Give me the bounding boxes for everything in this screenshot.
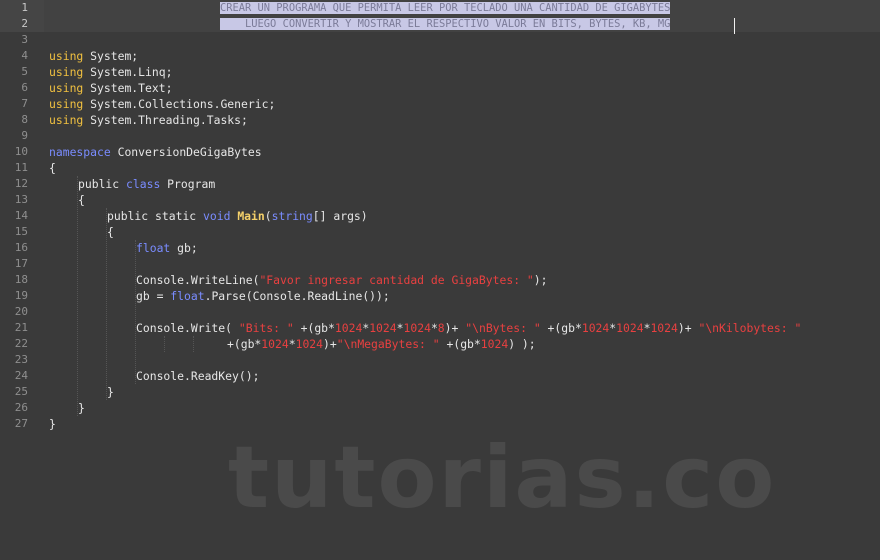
- indent-guide: [193, 336, 194, 352]
- indent-guide: [135, 240, 136, 384]
- line-number: 26: [14, 401, 28, 414]
- code-line-11[interactable]: {: [49, 160, 56, 176]
- line-number: 27: [14, 417, 28, 430]
- line-number: 6: [21, 81, 28, 94]
- code-line-19[interactable]: gb = float.Parse(Console.ReadLine());: [136, 288, 390, 304]
- line-number: 14: [14, 209, 28, 222]
- code-line-14[interactable]: public static void Main(string[] args): [107, 208, 368, 224]
- line-number: 24: [14, 369, 28, 382]
- line-number: 20: [14, 305, 28, 318]
- code-line-5[interactable]: using System.Linq;: [49, 64, 172, 80]
- code-line-13[interactable]: {: [78, 192, 85, 208]
- code-line-22[interactable]: +(gb*1024*1024)+"\nMegaBytes: " +(gb*102…: [227, 336, 536, 352]
- code-line-8[interactable]: using System.Threading.Tasks;: [49, 112, 248, 128]
- watermark-logo: tutorias.co: [228, 428, 777, 528]
- line-number: 3: [21, 33, 28, 46]
- code-line-25[interactable]: }: [107, 384, 114, 400]
- line-number: 9: [21, 129, 28, 142]
- indent-guide: [77, 176, 78, 416]
- line-number: 8: [21, 113, 28, 126]
- line-number: 5: [21, 65, 28, 78]
- code-line-7[interactable]: using System.Collections.Generic;: [49, 96, 275, 112]
- line-number: 11: [14, 161, 28, 174]
- line-number: 21: [14, 321, 28, 334]
- line-number: 25: [14, 385, 28, 398]
- code-line-21[interactable]: Console.Write( "Bits: " +(gb*1024*1024*1…: [136, 320, 801, 336]
- code-line-6[interactable]: using System.Text;: [49, 80, 172, 96]
- code-line-4[interactable]: using System;: [49, 48, 138, 64]
- indent-guide: [164, 336, 165, 352]
- line-number: 17: [14, 257, 28, 270]
- line-number: 18: [14, 273, 28, 286]
- text-cursor: [734, 18, 735, 34]
- line-number: 22: [14, 337, 28, 350]
- comment-text: LUEGO CONVERTIR Y MOSTRAR EL RESPECTIVO …: [245, 18, 671, 30]
- code-line-1[interactable]: CREAR UN PROGRAMA QUE PERMITA LEER POR T…: [220, 0, 671, 16]
- line-number: 4: [21, 49, 28, 62]
- line-number: 2: [21, 17, 28, 30]
- code-line-27[interactable]: }: [49, 416, 56, 432]
- line-number: 1: [21, 1, 28, 14]
- line-number: 10: [14, 145, 28, 158]
- code-line-18[interactable]: Console.WriteLine("Favor ingresar cantid…: [136, 272, 547, 288]
- line-number: 15: [14, 225, 28, 238]
- code-line-12[interactable]: public class Program: [78, 176, 215, 192]
- line-number: 19: [14, 289, 28, 302]
- code-line-16[interactable]: float gb;: [136, 240, 198, 256]
- line-number: 12: [14, 177, 28, 190]
- code-line-2[interactable]: LUEGO CONVERTIR Y MOSTRAR EL RESPECTIVO …: [220, 16, 671, 32]
- line-number: 23: [14, 353, 28, 366]
- line-number: 16: [14, 241, 28, 254]
- code-line-15[interactable]: {: [107, 224, 114, 240]
- code-line-24[interactable]: Console.ReadKey();: [136, 368, 259, 384]
- line-number: 13: [14, 193, 28, 206]
- line-number: 7: [21, 97, 28, 110]
- comment-text: CREAR UN PROGRAMA QUE PERMITA LEER POR T…: [220, 2, 671, 14]
- code-line-26[interactable]: }: [78, 400, 85, 416]
- code-line-10[interactable]: namespace ConversionDeGigaBytes: [49, 144, 262, 160]
